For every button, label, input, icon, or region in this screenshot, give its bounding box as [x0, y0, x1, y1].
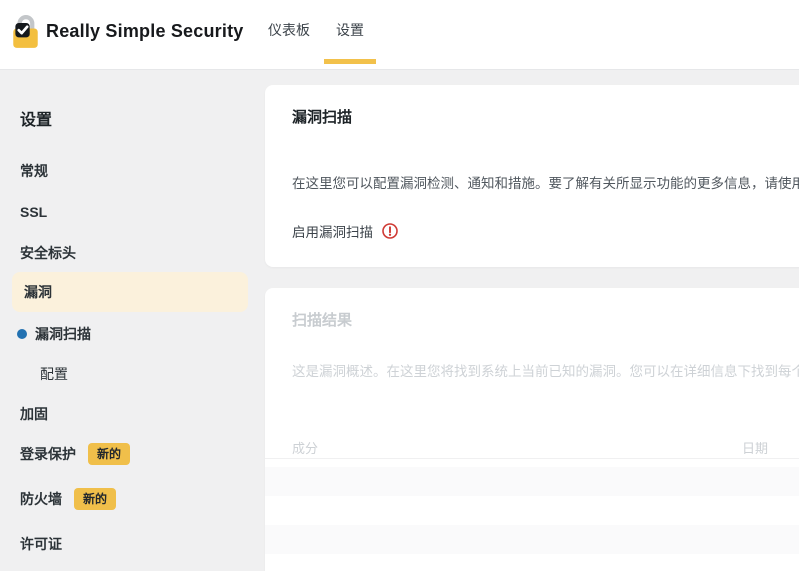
sidebar-item-label: 防火墙: [20, 491, 62, 507]
padlock-check-icon: [13, 14, 38, 48]
active-item-dot-icon: [17, 329, 27, 339]
sidebar-item-vulnerabilities[interactable]: 漏洞: [12, 272, 248, 312]
sidebar-item-login-protection[interactable]: 登录保护 新的: [20, 442, 131, 466]
enable-vulnerability-scan-toggle[interactable]: 启用漏洞扫描: [292, 219, 399, 243]
really-simple-security-settings-page: Really Simple Security 仪表板 设置 设置 常规 SSL …: [0, 0, 799, 571]
sidebar-item-hardening[interactable]: 加固: [20, 402, 48, 426]
tab-settings-label: 设置: [336, 21, 364, 38]
table-row: [265, 467, 799, 496]
sidebar-item-firewall[interactable]: 防火墙 新的: [20, 487, 117, 511]
sidebar-item-configuration[interactable]: 配置: [40, 362, 68, 386]
toggle-label: 启用漏洞扫描: [292, 225, 373, 240]
sidebar-item-label: 登录保护: [20, 446, 76, 462]
card-description: 这是漏洞概述。在这里您将找到系统上当前已知的漏洞。您可以在详细信息下找到每个漏: [292, 364, 799, 379]
brand-title: Really Simple Security: [46, 21, 244, 41]
sidebar-item-security-headers[interactable]: 安全标头: [20, 241, 76, 265]
header-tabs: 仪表板 设置: [256, 0, 376, 64]
card-title: 扫描结果: [292, 312, 353, 329]
sidebar-item-label: 漏洞: [24, 284, 52, 300]
sidebar-item-label: 漏洞扫描: [35, 326, 91, 342]
table-column-date: 日期: [742, 441, 769, 456]
new-badge: 新的: [74, 488, 117, 510]
sidebar-title: 设置: [20, 112, 53, 129]
tab-dashboard[interactable]: 仪表板: [256, 0, 322, 64]
sidebar-item-label: SSL: [20, 204, 48, 220]
tab-settings[interactable]: 设置: [324, 0, 376, 64]
card-description: 在这里您可以配置漏洞检测、通知和措施。要了解有关所显示功能的更多信息，请使用右: [292, 176, 799, 191]
sidebar-item-label: 安全标头: [20, 245, 76, 261]
alert-circle-icon[interactable]: [381, 222, 399, 240]
new-badge: 新的: [88, 443, 131, 465]
tab-dashboard-label: 仪表板: [268, 21, 310, 38]
vulnerability-scan-card: 漏洞扫描 在这里您可以配置漏洞检测、通知和措施。要了解有关所显示功能的更多信息，…: [265, 85, 799, 267]
sidebar-item-ssl[interactable]: SSL: [20, 200, 47, 224]
table-row: [265, 525, 799, 554]
sidebar-item-label: 许可证: [20, 536, 62, 552]
sidebar-item-label: 常规: [20, 163, 48, 179]
sidebar-item-vulnerability-scan[interactable]: 漏洞扫描: [17, 322, 91, 346]
card-title: 漏洞扫描: [292, 109, 353, 126]
sidebar-item-license[interactable]: 许可证: [20, 532, 62, 556]
sidebar-item-general[interactable]: 常规: [20, 159, 48, 183]
sidebar-item-label: 配置: [40, 366, 68, 382]
app-header: Really Simple Security 仪表板 设置: [0, 0, 799, 70]
table-header-divider: [265, 458, 799, 459]
table-column-component: 成分: [292, 441, 319, 456]
scan-results-card: 扫描结果 这是漏洞概述。在这里您将找到系统上当前已知的漏洞。您可以在详细信息下找…: [265, 288, 799, 571]
sidebar-item-label: 加固: [20, 406, 48, 422]
